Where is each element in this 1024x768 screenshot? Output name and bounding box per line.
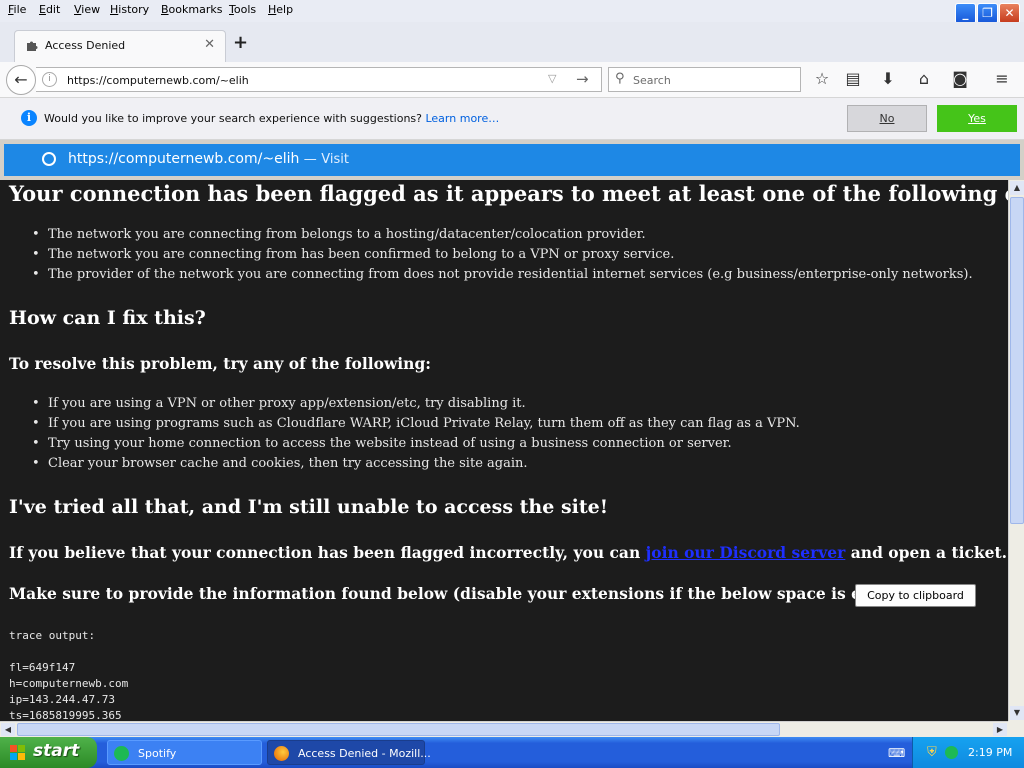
scroll-up-icon[interactable]: ▲ [1010, 181, 1024, 195]
heading-tried: I've tried all that, and I'm still unabl… [9, 496, 609, 518]
list-item: The network you are connecting from belo… [32, 227, 973, 247]
yes-button[interactable]: Yes [937, 105, 1017, 132]
restore-icon[interactable]: ❐ [977, 3, 998, 24]
vertical-scroll-thumb[interactable] [1010, 197, 1024, 524]
trace-line: fl=649f147 [9, 661, 76, 674]
trace-line: h=computernewb.com [9, 677, 129, 690]
taskbar-item-spotify[interactable]: Spotify [107, 740, 262, 765]
scroll-corner [1008, 721, 1024, 737]
trace-line: ip=143.244.47.73 [9, 693, 115, 706]
back-arrow-icon[interactable]: ← [6, 65, 36, 95]
info-icon: i [21, 110, 37, 126]
firefox-icon [274, 746, 289, 761]
tab-title: Access Denied [45, 39, 126, 52]
tab-close-icon[interactable]: ✕ [204, 37, 215, 52]
trace-line: ts=1685819995.365 [9, 709, 122, 721]
minimize-icon[interactable]: _ [955, 3, 976, 24]
learn-more-link[interactable]: Learn more… [425, 112, 499, 125]
menu-bar: File Edit View History Bookmarks Tools H… [0, 0, 1024, 24]
scroll-left-icon[interactable]: ◀ [1, 723, 15, 736]
provide-info-text: Make sure to provide the information fou… [9, 584, 918, 603]
menu-history[interactable]: History [110, 3, 149, 16]
search-placeholder: Search [633, 74, 671, 87]
fixes-list: If you are using a VPN or other proxy ap… [32, 396, 800, 476]
url-dropdown-icon[interactable]: ▽ [548, 72, 556, 85]
url-bar[interactable]: i https://computernewb.com/~elih ▽ → [36, 67, 602, 92]
go-arrow-icon[interactable]: → [576, 70, 589, 88]
vertical-scrollbar[interactable]: ▲ ▼ [1008, 180, 1024, 721]
autocomplete-url: https://computernewb.com/~elih [68, 151, 300, 167]
keyboard-icon[interactable]: ⌨ [888, 746, 905, 760]
list-item: The network you are connecting from has … [32, 247, 973, 267]
menu-tools[interactable]: Tools [229, 3, 256, 16]
suggestion-text: Would you like to improve your search ex… [44, 112, 422, 125]
site-info-icon[interactable]: i [42, 72, 57, 87]
horizontal-scrollbar[interactable]: ◀ ▶ [0, 721, 1008, 737]
puzzle-icon [27, 41, 38, 51]
url-text[interactable]: https://computernewb.com/~elih [67, 74, 249, 87]
start-button[interactable]: start [0, 737, 97, 768]
taskbar: start Spotify Access Denied - Mozill... … [0, 737, 1024, 768]
menu-hamburger-icon[interactable]: ≡ [991, 69, 1013, 88]
menu-edit[interactable]: Edit [39, 3, 60, 16]
copy-to-clipboard-button[interactable]: Copy to clipboard [855, 584, 976, 607]
windows-logo-icon [10, 745, 25, 760]
subheading-resolve: To resolve this problem, try any of the … [9, 354, 432, 373]
flagged-prefix: If you believe that your connection has … [9, 543, 641, 562]
reader-list-icon[interactable]: ▤ [842, 69, 864, 88]
taskbar-item-firefox[interactable]: Access Denied - Mozill... [267, 740, 431, 765]
no-button[interactable]: No [847, 105, 927, 132]
taskbar-item-label: Access Denied - Mozill... [298, 747, 431, 760]
list-item: The provider of the network you are conn… [32, 267, 973, 287]
home-icon[interactable]: ⌂ [913, 69, 935, 88]
search-bar[interactable]: ⚲ Search [608, 67, 801, 92]
list-item: Clear your browser cache and cookies, th… [32, 456, 800, 476]
close-window-icon[interactable]: ✕ [999, 3, 1020, 24]
spotify-tray-icon[interactable] [945, 746, 958, 759]
autocomplete-separator: — [303, 152, 317, 167]
trace-output: trace output: fl=649f147 h=computernewb.co… [9, 628, 128, 721]
clock[interactable]: 2:19 PM [968, 746, 1012, 759]
list-item: If you are using programs such as Cloudf… [32, 416, 800, 436]
discord-link[interactable]: join our Discord server [646, 543, 846, 562]
taskbar-item-label: Spotify [138, 747, 177, 760]
menu-bookmarks[interactable]: Bookmarks [161, 3, 222, 16]
download-icon[interactable]: ⬇ [877, 69, 899, 88]
spotify-icon [114, 746, 129, 761]
tab-strip: Access Denied ✕ + [0, 22, 1024, 62]
search-suggestion-bar: i Would you like to improve your search … [0, 98, 1024, 140]
scroll-right-icon[interactable]: ▶ [993, 723, 1007, 736]
criteria-list: The network you are connecting from belo… [32, 227, 973, 287]
pocket-icon[interactable]: ◙ [949, 69, 971, 88]
trace-label: trace output: [9, 629, 96, 642]
start-label: start [33, 741, 80, 761]
list-item: If you are using a VPN or other proxy ap… [32, 396, 800, 416]
autocomplete-row[interactable]: https://computernewb.com/~elih — Visit [4, 144, 1020, 176]
flagged-suffix: and open a ticket. [850, 543, 1008, 562]
autocomplete-entry: https://computernewb.com/~elih — Visit [68, 151, 349, 167]
page-content: Your connection has been flagged as it a… [0, 180, 1008, 721]
heading-fix: How can I fix this? [9, 307, 206, 329]
tab-access-denied[interactable]: Access Denied ✕ [14, 30, 226, 62]
navigation-toolbar: i https://computernewb.com/~elih ▽ → ← ⚲… [0, 62, 1024, 98]
suggestion-message: Would you like to improve your search ex… [44, 112, 499, 125]
scroll-down-icon[interactable]: ▼ [1010, 706, 1024, 720]
system-tray: ⛨ 2:19 PM [912, 737, 1024, 768]
menu-view[interactable]: View [74, 3, 100, 16]
menu-file[interactable]: File [8, 3, 26, 16]
autocomplete-visit: Visit [321, 152, 349, 167]
search-icon: ⚲ [615, 71, 625, 86]
security-shield-icon[interactable]: ⛨ [927, 745, 937, 760]
globe-icon [42, 152, 56, 166]
heading-flagged: Your connection has been flagged as it a… [9, 181, 1008, 206]
menu-help[interactable]: Help [268, 3, 293, 16]
new-tab-icon[interactable]: + [233, 32, 248, 53]
bookmark-star-icon[interactable]: ☆ [811, 69, 833, 88]
flagged-incorrectly-text: If you believe that your connection has … [9, 543, 1007, 562]
list-item: Try using your home connection to access… [32, 436, 800, 456]
horizontal-scroll-thumb[interactable] [17, 723, 780, 736]
